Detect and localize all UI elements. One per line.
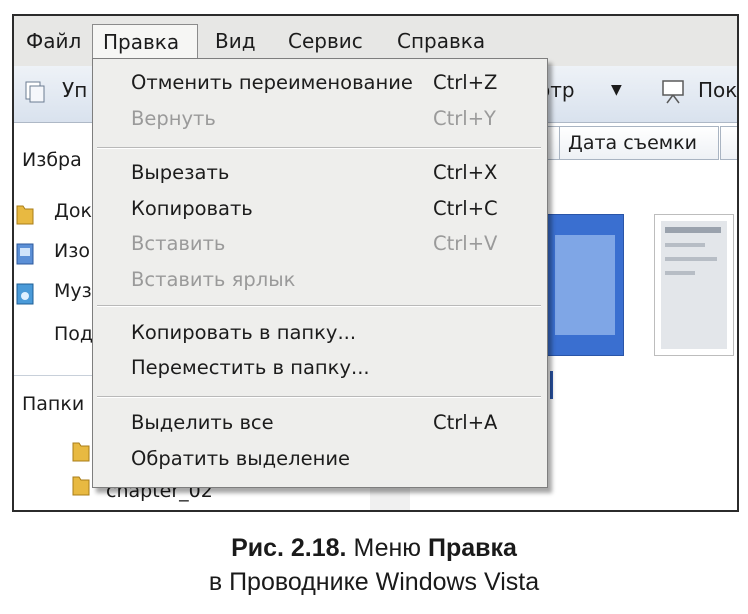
menu-select-all[interactable]: Выделить все (131, 407, 274, 439)
explorer-window: Файл Правка Вид Сервис Справка Уп отр ▼ … (12, 14, 739, 512)
menu-separator (97, 305, 541, 307)
menu-view[interactable]: Вид (205, 24, 266, 58)
pane-divider (14, 375, 94, 376)
column-date-taken[interactable]: Дата съемки (559, 126, 719, 160)
menu-tools[interactable]: Сервис (278, 24, 373, 58)
menu-move-to-folder[interactable]: Переместить в папку... (131, 352, 370, 384)
slideshow-button[interactable]: Пок (698, 78, 737, 102)
menu-paste: Вставить (131, 232, 226, 255)
figure-caption-line1: Рис. 2.18. Меню Правка (0, 534, 748, 563)
column-overflow[interactable] (720, 126, 737, 160)
thumbnail-selected[interactable] (546, 214, 624, 356)
views-dropdown-arrow-icon[interactable]: ▼ (611, 82, 622, 98)
figure-caption-line2: в Проводнике Windows Vista (208, 568, 540, 596)
caption-text: Меню (346, 534, 428, 562)
menu-paste-shortcut: Вставить ярлык (131, 268, 296, 291)
menu-invert-selection[interactable]: Обратить выделение (131, 443, 350, 475)
menu-copy[interactable]: Копировать (131, 193, 253, 225)
favorites-header: Избра (22, 149, 82, 171)
link-music[interactable]: Муз (54, 280, 92, 302)
organize-button[interactable]: Уп (62, 78, 87, 102)
pictures-icon (16, 243, 34, 265)
navigation-pane: Избра Док Изо Муз Под Папки (14, 123, 94, 510)
shortcut-copy: Ctrl+C (433, 197, 498, 220)
shortcut-undo: Ctrl+Z (433, 71, 498, 94)
thumbnail[interactable] (654, 214, 734, 356)
folder-icon (72, 442, 90, 462)
menu-separator (97, 396, 541, 398)
menu-copy-to-folder[interactable]: Копировать в папку... (131, 317, 356, 349)
folders-header[interactable]: Папки (22, 393, 84, 415)
edit-menu-dropdown: Отменить переименование Ctrl+Z Вернуть C… (92, 58, 548, 488)
organize-icon (25, 81, 45, 103)
folder-icon (72, 476, 90, 496)
partial-item (370, 486, 410, 510)
menu-help[interactable]: Справка (387, 24, 495, 58)
shortcut-redo: Ctrl+Y (433, 107, 496, 130)
caption-menu-name: Правка (427, 534, 517, 562)
shortcut-paste: Ctrl+V (433, 232, 498, 255)
documents-folder-icon (16, 205, 34, 225)
link-pictures[interactable]: Изо (54, 240, 90, 262)
slideshow-icon (662, 80, 684, 104)
menu-edit[interactable]: Правка (92, 24, 198, 58)
figure-number: Рис. 2.18. (231, 534, 347, 562)
menu-cut[interactable]: Вырезать (131, 157, 229, 189)
link-more[interactable]: Под (54, 323, 93, 345)
menu-separator (97, 147, 541, 149)
music-icon (16, 283, 34, 305)
link-documents[interactable]: Док (54, 200, 92, 222)
menu-undo-rename[interactable]: Отменить переименование (131, 67, 413, 99)
shortcut-cut: Ctrl+X (433, 161, 498, 184)
thumbnail-image (555, 235, 615, 335)
thumbnail-image (661, 221, 727, 349)
shortcut-select-all: Ctrl+A (433, 411, 498, 434)
scroll-indicator (550, 371, 553, 399)
menu-file[interactable]: Файл (16, 24, 91, 58)
menu-redo: Вернуть (131, 107, 216, 130)
